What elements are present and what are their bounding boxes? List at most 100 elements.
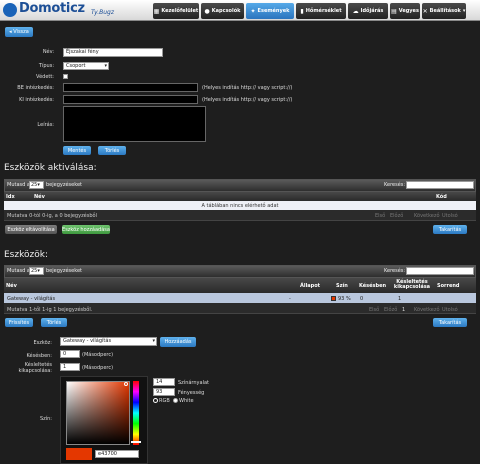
devices-col-name[interactable]: Név [6,283,17,289]
description-label: Leírás: [37,122,54,128]
pager-page-1[interactable]: 1 [402,307,405,313]
activation-show-suffix: bejegyzéseket [46,182,82,188]
add-device-button[interactable]: Eszköz hozzáadása [62,225,110,234]
protected-label: Védett: [36,74,54,80]
device-label: Eszköz: [33,340,52,346]
white-radio-label: White [179,398,194,404]
activation-clear-button[interactable]: Takarítás [433,225,467,234]
nav-tab-settings[interactable]: ✕ Beállítások ▾ [422,3,466,19]
grid-icon: ▤ [391,7,397,15]
picker-handle[interactable] [124,382,128,386]
devices-col-off-delay[interactable]: Késleltetés kikapcsolása [392,280,432,290]
delay-label: Késésben: [26,353,53,359]
devices-show-prefix: Mutasd a [7,268,30,274]
nav-tab-switches[interactable]: ● Kapcsolók [201,3,244,19]
off-action-input[interactable] [63,95,198,104]
activation-table-header [4,192,476,201]
dashboard-icon: ▦ [153,7,160,15]
devices-show-suffix: bejegyzéseket [46,268,82,274]
activation-search-input[interactable] [406,181,474,189]
devices-clear-button[interactable]: Takarítás [433,318,467,327]
activation-col-idx[interactable]: Idx [6,194,15,200]
pager-last[interactable]: Utolsó [442,213,458,219]
table-row[interactable] [4,293,476,303]
chevron-down-icon: ▾ [104,63,107,69]
activation-info: Mutatva 0-tól 0-ig, a 0 bejegyzésből [7,213,97,219]
pager-previous[interactable]: Előző [384,307,397,313]
activation-col-code[interactable]: Kód [436,194,447,200]
current-color-swatch [66,448,92,460]
pager-first[interactable]: Első [375,213,385,219]
nav-tab-dashboard[interactable]: ▦ Kezelőfelület [153,3,199,19]
device-select[interactable]: Gateway - világítás ▾ [60,337,157,346]
devices-page-size-select[interactable]: 25▾ [29,267,44,275]
domoticz-logo-icon [3,3,17,17]
hue-input[interactable]: 14 [153,378,175,386]
activation-section-title: Eszközök aktiválása: [4,163,97,173]
devices-delete-button[interactable]: Törlés [41,318,67,327]
off-delay-unit: (Másodperc) [82,365,114,371]
lightbulb-icon: ● [204,7,210,15]
hue-slider-handle[interactable] [131,441,141,443]
type-select[interactable]: Csoport ▾ [63,62,109,70]
pager-next[interactable]: Következő [414,213,440,219]
activation-page-size-select[interactable]: 25▾ [29,181,44,189]
off-action-hint: (Helyes indítás http:// vagy script://) [202,97,293,103]
color-label: Szín: [39,416,52,422]
cloud-icon: ☁ [352,7,359,15]
name-label: Név: [42,49,54,55]
hex-input[interactable]: e43700 [95,450,139,458]
devices-search-input[interactable] [406,267,474,275]
refresh-button[interactable]: Frissítés [5,318,33,327]
devices-info: Mutatva 1-től 1-ig 1 bejegyzésből. [7,307,93,313]
pager-previous[interactable]: Előző [390,213,403,219]
nav-tab-weather[interactable]: ☁ Időjárás [348,3,388,19]
devices-col-state[interactable]: Állapot [300,283,320,289]
brightness-label: Fényesség [178,390,205,396]
device-row-delay: 0 [360,296,364,302]
hue-label: Színárnyalat [178,380,209,386]
wrench-icon: ✕ [422,7,428,15]
type-label: Típus: [38,63,54,69]
remove-device-button[interactable]: Eszköz eltávolítása [5,225,57,234]
chevron-down-icon: ▾ [462,8,466,14]
pager-last[interactable]: Utolsó [442,307,458,313]
off-action-label: KI intézkedés: [19,97,54,103]
nav-tab-events[interactable]: ✦ Események [246,3,294,19]
on-action-input[interactable] [63,83,198,92]
devices-col-order[interactable]: Sorrend [437,283,460,289]
thermometer-icon: ▮ [300,7,304,15]
rgb-radio[interactable] [153,398,158,403]
activation-show-prefix: Mutasd a [7,182,30,188]
devices-col-color[interactable]: Szín [336,283,348,289]
device-row-name: Gateway - világítás [7,296,56,302]
nav-tab-utility[interactable]: ▤ Vegyes [390,3,420,19]
app-logo-subtitle: Ty.Bugz [91,9,115,16]
rgb-radio-label: RGB [159,398,170,404]
delay-input[interactable]: 0 [60,350,80,358]
save-button[interactable]: Mentés [63,146,91,155]
pager-next[interactable]: Következő [414,307,440,313]
off-delay-label: Késleltetés kikapcsolása: [18,362,52,374]
activation-empty-message: A táblában nincs elérhető adat [201,203,279,209]
devices-search-label: Keresés: [384,268,406,274]
bolt-icon: ✦ [250,7,256,15]
pager-first[interactable]: Első [369,307,379,313]
off-delay-input[interactable]: 1 [60,363,80,371]
activation-col-name[interactable]: Név [34,194,45,200]
description-textarea[interactable] [63,106,206,142]
devices-section-title: Eszközök: [4,250,48,260]
app-logo-text: Domoticz [19,1,85,16]
hue-slider[interactable] [133,381,139,445]
saturation-brightness-area[interactable] [66,381,130,445]
device-row-off-delay: 1 [398,296,402,302]
delete-button[interactable]: Törlés [98,146,126,155]
brightness-input[interactable]: 93 [153,388,175,396]
name-input[interactable]: Éjszakai fény [63,48,163,57]
back-button[interactable]: ◂ Vissza [5,27,33,37]
add-button[interactable]: Hozzáadás [160,337,196,347]
devices-col-delay[interactable]: Késésben [359,283,386,289]
nav-tab-temperature[interactable]: ▮ Hőmérséklet [296,3,346,19]
white-radio[interactable] [173,398,178,403]
protected-checkbox[interactable] [63,74,68,79]
